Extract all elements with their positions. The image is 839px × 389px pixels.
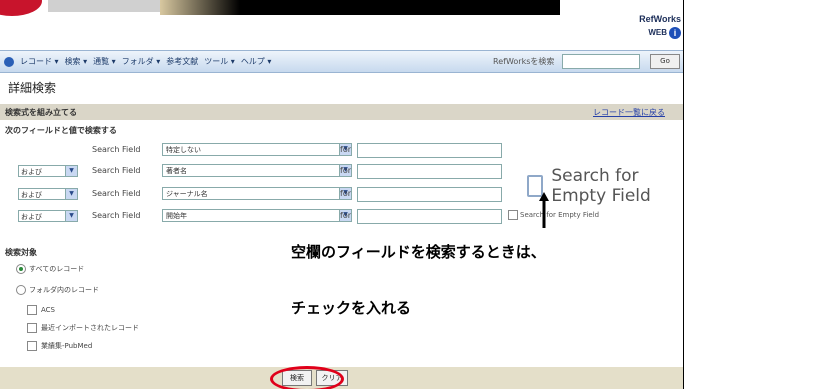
- for-label: for: [340, 145, 351, 154]
- up-arrow-icon: [539, 192, 549, 228]
- menu-help[interactable]: ヘルプ ▾: [241, 56, 272, 67]
- folder-label: 業績集-PubMed: [41, 342, 93, 350]
- highlight-oval: [270, 366, 344, 389]
- search-empty-field-checkbox[interactable]: Search for Empty Field: [508, 210, 599, 220]
- search-row: Search Field 特定しない ▼ for: [0, 142, 683, 159]
- radio-selected-icon: [16, 264, 26, 274]
- search-field-label: Search Field: [92, 211, 141, 220]
- operator-value: および: [21, 213, 42, 221]
- operator-value: および: [21, 168, 42, 176]
- for-label: for: [340, 189, 351, 198]
- scope-all-records-radio[interactable]: すべてのレコード: [16, 264, 84, 274]
- callout-note-line2: チェックを入れる: [291, 299, 412, 317]
- scope-folder-records-radio[interactable]: フォルダ内のレコード: [16, 285, 99, 295]
- folder-label: ACS: [41, 306, 55, 314]
- folder-checkbox-recent-imports[interactable]: 最近インポートされたレコード: [27, 323, 139, 333]
- site-logo: [0, 0, 42, 16]
- screenshot-panel: RefWorks WEB i レコード ▾ 検索 ▾ 通覧 ▾ フォルダ ▾ 参考…: [0, 0, 683, 389]
- boolean-operator-select[interactable]: および ▼: [18, 165, 78, 177]
- refworks-logo: RefWorks WEB i: [639, 13, 681, 39]
- folder-label: 最近インポートされたレコード: [41, 324, 139, 332]
- search-field-select[interactable]: 特定しない ▼: [162, 143, 352, 156]
- page-title: 詳細検索: [8, 81, 57, 95]
- header-banner: [160, 0, 560, 15]
- search-field-select[interactable]: ジャーナル名 ▼: [162, 187, 352, 200]
- menu-bibliography[interactable]: 参考文献: [166, 56, 198, 67]
- menu-tools[interactable]: ツール ▾: [204, 56, 235, 67]
- operator-value: および: [21, 191, 42, 199]
- search-field-value: 特定しない: [166, 146, 201, 154]
- refworks-web: WEB: [648, 28, 667, 37]
- search-field-value: 著者名: [166, 167, 187, 175]
- menu-globe-icon: [4, 56, 14, 67]
- for-label: for: [340, 211, 351, 220]
- search-field-value: 開始年: [166, 212, 187, 220]
- quick-search-input[interactable]: [562, 54, 640, 69]
- checkbox-icon: [27, 341, 37, 351]
- search-empty-field-label: Search for Empty Field: [520, 211, 600, 219]
- go-button[interactable]: Go: [650, 54, 680, 69]
- callout-checkbox-label: Search for Empty Field: [551, 166, 651, 206]
- menu-folders[interactable]: フォルダ ▾: [122, 56, 161, 67]
- search-field-label: Search Field: [92, 189, 141, 198]
- search-term-input[interactable]: [357, 187, 502, 202]
- search-term-input[interactable]: [357, 164, 502, 179]
- search-empty-field-callout: Search for Empty Field: [527, 166, 683, 206]
- search-term-input[interactable]: [357, 143, 502, 158]
- search-instruction: 次のフィールドと値で検索する: [5, 126, 117, 135]
- checkbox-icon: [27, 305, 37, 315]
- search-scope-label: 検索対象: [5, 248, 37, 257]
- menu-search[interactable]: 検索 ▾: [65, 56, 88, 67]
- main-menu-bar: レコード ▾ 検索 ▾ 通覧 ▾ フォルダ ▾ 参考文献 ツール ▾ ヘルプ ▾…: [0, 50, 683, 73]
- search-field-label: Search Field: [92, 145, 141, 154]
- menu-records[interactable]: レコード ▾: [20, 56, 59, 67]
- chevron-down-icon: ▼: [65, 189, 77, 199]
- checkbox-icon: [27, 323, 37, 333]
- scope-option-label: フォルダ内のレコード: [29, 286, 99, 294]
- section-band: 検索式を組み立てる レコード一覧に戻る: [0, 104, 683, 120]
- quick-search-label: RefWorksを検索: [493, 57, 555, 66]
- search-field-select[interactable]: 著者名 ▼: [162, 164, 352, 177]
- folder-checkbox-acs[interactable]: ACS: [27, 305, 55, 315]
- header: RefWorks WEB i: [0, 0, 683, 50]
- info-icon[interactable]: i: [669, 26, 681, 39]
- chevron-down-icon: ▼: [65, 166, 77, 176]
- divider: [683, 0, 684, 389]
- refworks-brand: RefWorks: [639, 14, 681, 24]
- search-field-label: Search Field: [92, 166, 141, 175]
- back-to-records-link[interactable]: レコード一覧に戻る: [593, 107, 665, 118]
- search-field-value: ジャーナル名: [166, 190, 208, 198]
- boolean-operator-select[interactable]: および ▼: [18, 210, 78, 222]
- boolean-operator-select[interactable]: および ▼: [18, 188, 78, 200]
- folder-checkbox-pubmed[interactable]: 業績集-PubMed: [27, 341, 92, 351]
- chevron-down-icon: ▼: [65, 211, 77, 221]
- callout-note-line1: 空欄のフィールドを検索するときは、: [291, 243, 546, 261]
- radio-icon: [16, 285, 26, 295]
- scope-option-label: すべてのレコード: [29, 265, 85, 273]
- menu-browse[interactable]: 通覧 ▾: [93, 56, 116, 67]
- search-field-select[interactable]: 開始年 ▼: [162, 209, 352, 222]
- search-row: および ▼ Search Field 開始年 ▼ for Search for Em…: [0, 208, 683, 225]
- site-logo-text: [48, 0, 163, 12]
- build-query-label: 検索式を組み立てる: [5, 108, 77, 117]
- search-term-input[interactable]: [357, 209, 502, 224]
- for-label: for: [340, 166, 351, 175]
- checkbox-icon: [508, 210, 518, 220]
